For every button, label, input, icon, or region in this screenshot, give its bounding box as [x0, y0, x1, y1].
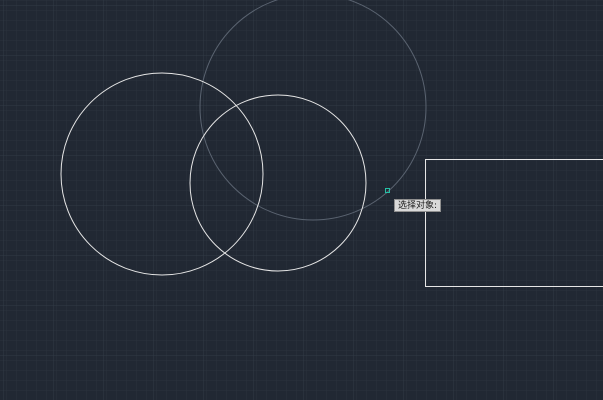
cursor-tooltip: 选择对象: — [394, 199, 442, 212]
model-space-canvas[interactable] — [0, 0, 603, 400]
drawing-area[interactable]: 选择对象: — [0, 0, 603, 400]
grid — [0, 0, 603, 400]
